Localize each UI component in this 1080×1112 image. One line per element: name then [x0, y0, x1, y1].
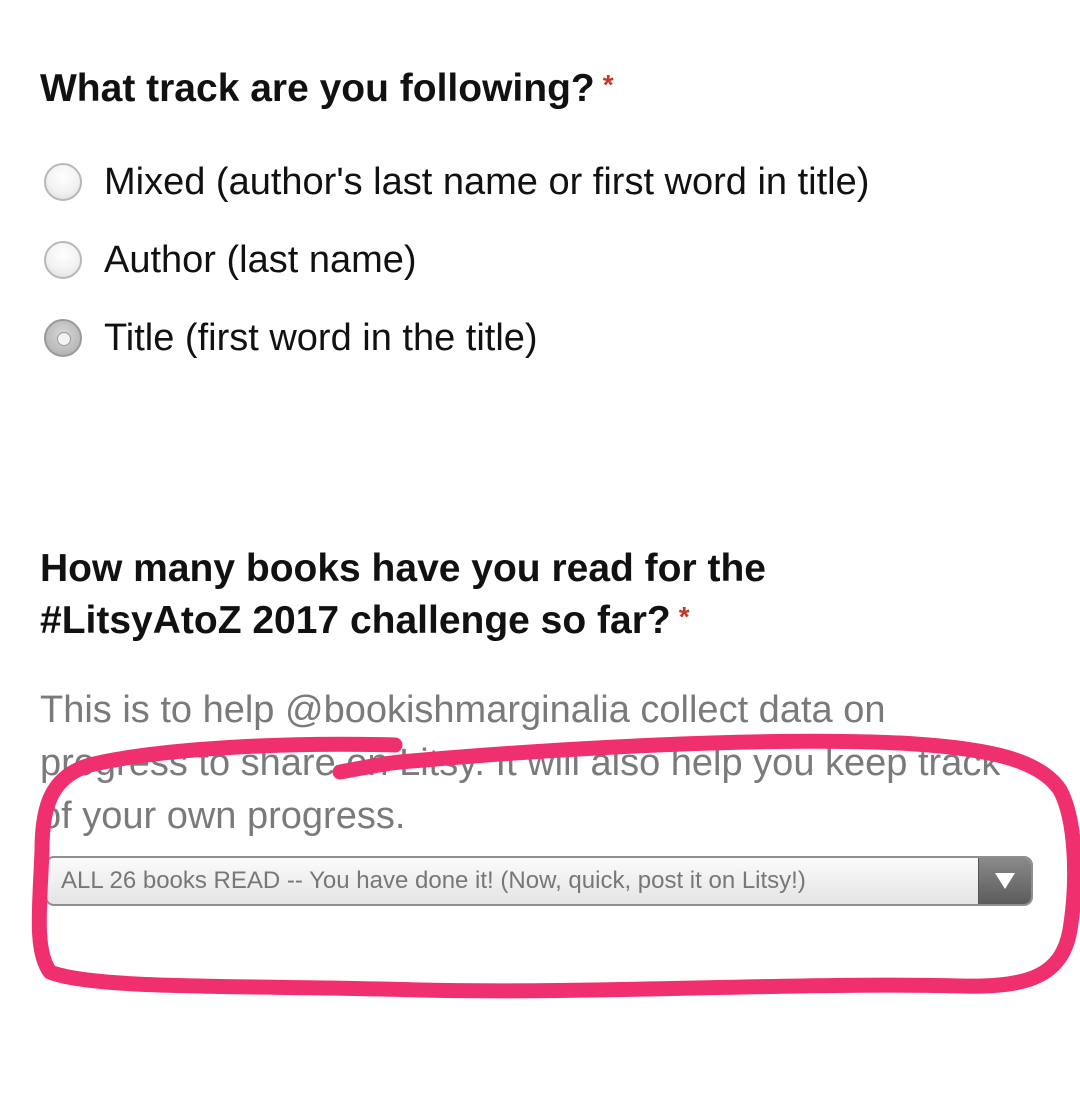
radio-label-author[interactable]: Author (last name): [104, 239, 417, 282]
radio-label-title[interactable]: Title (first word in the title): [104, 317, 538, 360]
books-read-select[interactable]: ALL 26 books READ -- You have done it! (…: [45, 856, 1033, 906]
radio-button-title-selected[interactable]: [44, 319, 82, 357]
radio-option-title[interactable]: Title (first word in the title): [44, 313, 538, 363]
radio-option-mixed[interactable]: Mixed (author's last name or first word …: [44, 157, 869, 207]
question-books-title-line2: #LitsyAtoZ 2017 challenge so far?: [40, 599, 671, 642]
question-books-title-line1: How many books have you read for the: [40, 547, 766, 590]
radio-button-mixed[interactable]: [44, 163, 82, 201]
question-track-title-text: What track are you following?: [40, 67, 595, 110]
question-track-title: What track are you following? *: [40, 63, 614, 115]
radio-option-author[interactable]: Author (last name): [44, 235, 417, 285]
required-marker: *: [678, 601, 690, 632]
question-books-title: How many books have you read for the #Lit…: [40, 543, 1040, 647]
next-question-cutoff: [40, 1060, 51, 1112]
radio-label-mixed[interactable]: Mixed (author's last name or first word …: [104, 161, 869, 204]
radio-button-author[interactable]: [44, 241, 82, 279]
select-dropdown-button[interactable]: [978, 858, 1031, 904]
question-books-help-text: This is to help @bookishmarginalia colle…: [40, 689, 1001, 837]
chevron-down-icon: [995, 873, 1015, 889]
required-marker: *: [602, 69, 614, 100]
books-read-select-value[interactable]: ALL 26 books READ -- You have done it! (…: [61, 858, 806, 904]
